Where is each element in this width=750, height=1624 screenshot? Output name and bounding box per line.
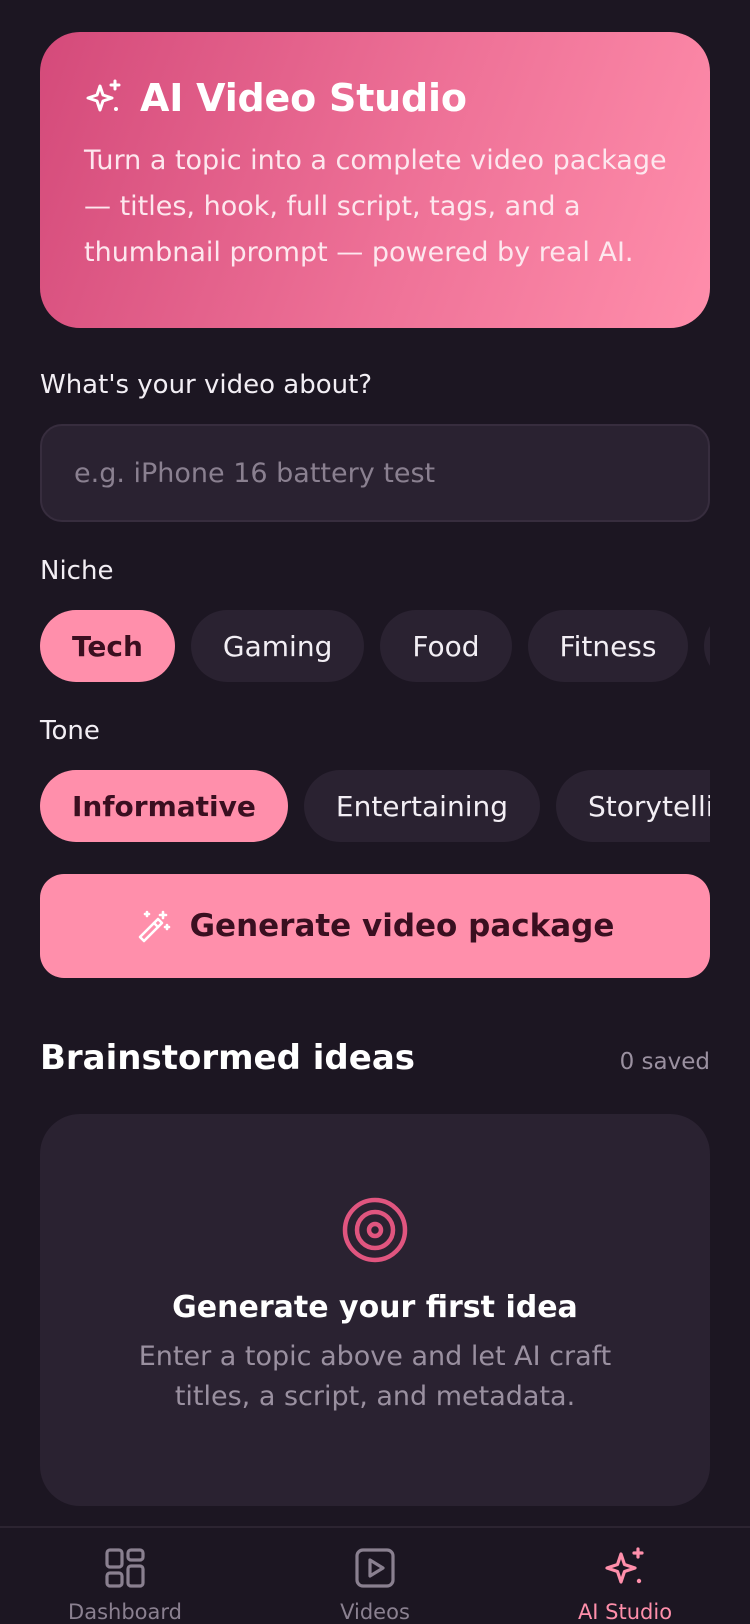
ideas-title: Brainstormed ideas bbox=[40, 1038, 415, 1078]
niche-chip-fitness[interactable]: Fitness bbox=[527, 610, 689, 682]
hero-title-row: AI Video Studio bbox=[84, 76, 670, 120]
magic-wand-icon bbox=[138, 910, 170, 943]
empty-state-title: Generate your first idea bbox=[172, 1290, 578, 1325]
tone-chip-list[interactable]: Informative Entertaining Storytelling bbox=[40, 770, 710, 842]
ideas-saved-count: 0 saved bbox=[619, 1049, 710, 1075]
tone-chip-entertaining[interactable]: Entertaining bbox=[303, 770, 540, 842]
nav-label-dashboard: Dashboard bbox=[68, 1600, 182, 1624]
niche-chip-food[interactable]: Food bbox=[380, 610, 512, 682]
niche-chip-gaming[interactable]: Gaming bbox=[190, 610, 365, 682]
topic-label: What's your video about? bbox=[40, 370, 373, 400]
niche-chip-more[interactable] bbox=[704, 610, 710, 682]
generate-button[interactable]: Generate video package bbox=[40, 874, 710, 978]
niche-chip-tech[interactable]: Tech bbox=[40, 610, 175, 682]
sparkles-icon bbox=[605, 1547, 644, 1584]
nav-item-videos[interactable]: Videos bbox=[285, 1546, 465, 1624]
nav-item-dashboard[interactable]: Dashboard bbox=[35, 1546, 215, 1624]
topic-input[interactable]: e.g. iPhone 16 battery test bbox=[40, 424, 710, 522]
niche-chip-list[interactable]: Tech Gaming Food Fitness bbox=[40, 610, 710, 682]
tone-label: Tone bbox=[40, 716, 100, 746]
tone-chip-informative[interactable]: Informative bbox=[40, 770, 288, 842]
play-square-icon bbox=[355, 1548, 395, 1588]
empty-state-description: Enter a topic above and let AI craft tit… bbox=[138, 1341, 612, 1412]
topic-input-placeholder: e.g. iPhone 16 battery test bbox=[74, 457, 436, 489]
hero-description: Turn a topic into a complete video packa… bbox=[84, 145, 667, 268]
sparkles-icon bbox=[86, 79, 121, 112]
ai-studio-screen: AI Video Studio Turn a topic into a comp… bbox=[0, 0, 750, 1624]
nav-item-ai-studio[interactable]: AI Studio bbox=[535, 1546, 715, 1624]
grid-icon bbox=[105, 1548, 145, 1588]
hero-card: AI Video Studio Turn a topic into a comp… bbox=[40, 32, 710, 328]
nav-label-ai-studio: AI Studio bbox=[577, 1600, 673, 1624]
generate-button-label: Generate video package bbox=[189, 908, 615, 944]
tone-chip-storytelling[interactable]: Storytelling bbox=[556, 770, 710, 842]
page-title: AI Video Studio bbox=[140, 76, 467, 120]
target-icon bbox=[342, 1197, 408, 1263]
bottom-nav: Dashboard Videos AI Studio bbox=[0, 1526, 750, 1624]
nav-label-videos: Videos bbox=[340, 1600, 410, 1624]
niche-label: Niche bbox=[40, 556, 114, 586]
ideas-empty-state: Generate your first idea Enter a topic a… bbox=[40, 1114, 710, 1506]
ideas-header: Brainstormed ideas 0 saved bbox=[40, 1038, 710, 1078]
